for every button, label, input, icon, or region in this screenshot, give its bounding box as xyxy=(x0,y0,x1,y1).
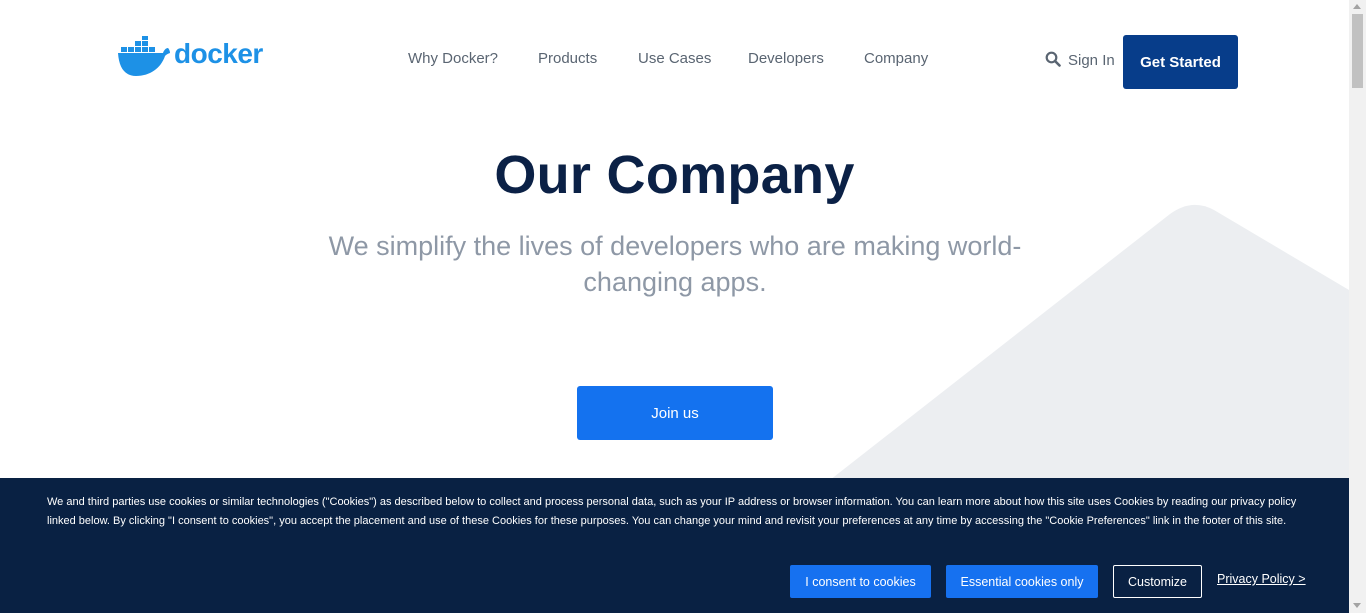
sign-in-link[interactable]: Sign In xyxy=(1068,52,1115,69)
nav-item-use-cases[interactable]: Use Cases xyxy=(638,50,711,67)
nav-item-company[interactable]: Company xyxy=(864,50,928,67)
cookie-banner-text: We and third parties use cookies or simi… xyxy=(47,496,1297,527)
page: docker Why Docker? Products Use Cases De… xyxy=(0,0,1349,613)
get-started-button[interactable]: Get Started xyxy=(1123,35,1238,89)
privacy-policy-link[interactable]: Privacy Policy > xyxy=(1217,572,1306,586)
page-title: Our Company xyxy=(494,145,855,205)
scroll-up-arrow-icon[interactable] xyxy=(1353,4,1361,9)
scroll-down-arrow-icon[interactable] xyxy=(1353,603,1361,608)
cookie-banner: We and third parties use cookies or simi… xyxy=(0,478,1349,613)
hero-subtitle: We simplify the lives of developers who … xyxy=(328,231,1022,297)
consent-cookies-button[interactable]: I consent to cookies xyxy=(790,565,931,598)
customize-cookies-button[interactable]: Customize xyxy=(1113,565,1202,598)
nav-item-products[interactable]: Products xyxy=(538,50,597,67)
vertical-scrollbar[interactable] xyxy=(1349,0,1366,613)
search-icon[interactable] xyxy=(1045,51,1061,67)
nav-item-why-docker[interactable]: Why Docker? xyxy=(408,50,498,67)
nav-item-developers[interactable]: Developers xyxy=(748,50,824,67)
join-us-button[interactable]: Join us xyxy=(577,386,773,440)
essential-cookies-button[interactable]: Essential cookies only xyxy=(946,565,1098,598)
scrollbar-thumb[interactable] xyxy=(1352,14,1363,88)
